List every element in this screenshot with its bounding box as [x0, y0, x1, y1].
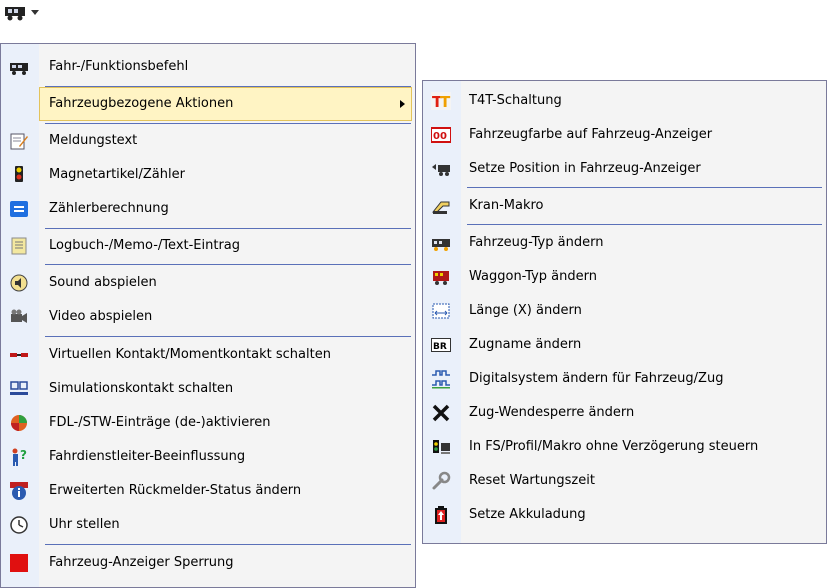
svg-text:?: ?	[20, 448, 27, 462]
menu-item-fahrzeugbezogene-aktionen[interactable]: Fahrzeugbezogene Aktionen	[39, 87, 412, 121]
menu-item-meldungstext[interactable]: Meldungstext	[1, 124, 415, 158]
color-ball-icon	[11, 415, 27, 431]
menu-item-uhr-stellen[interactable]: Uhr stellen	[1, 508, 415, 542]
red-square-icon	[10, 554, 28, 572]
menu-item-video-abspielen[interactable]: Video abspielen	[1, 300, 415, 334]
menu-item-label: Video abspielen	[49, 309, 153, 324]
menu-item-label: In FS/Profil/Makro ohne Verzögerung steu…	[469, 439, 759, 454]
submenu-item-zug-wendesperre[interactable]: Zug-Wendesperre ändern	[423, 396, 826, 430]
submenu-item-kran-makro[interactable]: Kran-Makro	[423, 189, 826, 223]
no-delay-icon	[433, 440, 450, 454]
menu-item-label: Erweiterten Rückmelder-Status ändern	[49, 483, 302, 498]
chevron-down-icon	[31, 10, 39, 15]
dispatcher-icon: ?	[12, 448, 27, 466]
submenu-item-zugname[interactable]: BR Zugname ändern	[423, 328, 826, 362]
vehicle-action-toolbar-button[interactable]	[0, 0, 48, 30]
menu-item-label: Fahrzeug-Typ ändern	[469, 235, 604, 250]
speaker-icon	[10, 274, 28, 292]
t4t-icon: T T	[431, 92, 451, 111]
menu-item-simulationskontakt[interactable]: Simulationskontakt schalten	[1, 372, 415, 406]
svg-text:T: T	[440, 93, 451, 111]
crane-icon	[431, 201, 450, 214]
svg-text:BR: BR	[433, 342, 447, 352]
submenu-fahrzeugbezogene-aktionen: T T T4T-Schaltung 00 Fahrzeugfarbe auf F…	[422, 80, 827, 544]
menu-separator	[45, 336, 411, 337]
submenu-item-fahrzeug-typ[interactable]: Fahrzeug-Typ ändern	[423, 226, 826, 260]
menu-item-label: Fahrzeug-Anzeiger Sperrung	[49, 555, 234, 570]
context-menu: Fahr-/Funktionsbefehl Fahrzeugbezogene A…	[0, 43, 416, 588]
menu-separator	[467, 187, 822, 188]
battery-icon	[435, 506, 447, 524]
menu-item-label: Simulationskontakt schalten	[49, 381, 234, 396]
submenu-item-reset-wartungszeit[interactable]: Reset Wartungszeit	[423, 464, 826, 498]
submenu-item-fahrzeugfarbe[interactable]: 00 Fahrzeugfarbe auf Fahrzeug-Anzeiger	[423, 118, 826, 152]
reverse-lock-icon	[432, 404, 450, 422]
menu-item-label: Fahrdienstleiter-Beeinflussung	[49, 449, 246, 464]
menu-item-label: Fahrzeugfarbe auf Fahrzeug-Anzeiger	[469, 127, 713, 142]
menu-separator	[45, 264, 411, 265]
menu-separator	[467, 224, 822, 225]
menu-item-label: Kran-Makro	[469, 198, 544, 213]
menu-item-magnetartikel-zaehler[interactable]: Magnetartikel/Zähler	[1, 158, 415, 192]
menu-item-label: Fahrzeugbezogene Aktionen	[49, 96, 234, 111]
submenu-item-digitalsystem[interactable]: Digitalsystem ändern für Fahrzeug/Zug	[423, 362, 826, 396]
signal-icon	[15, 166, 23, 182]
menu-item-label: Meldungstext	[49, 133, 138, 148]
menu-item-label: Digitalsystem ändern für Fahrzeug/Zug	[469, 371, 724, 386]
submenu-item-ohne-verzoegerung[interactable]: In FS/Profil/Makro ohne Verzögerung steu…	[423, 430, 826, 464]
menu-item-fahr-funktionsbefehl[interactable]: Fahr-/Funktionsbefehl	[1, 50, 415, 84]
menu-item-logbuch-memo-text[interactable]: Logbuch-/Memo-/Text-Eintrag	[1, 229, 415, 263]
menu-separator	[45, 544, 411, 545]
submenu-item-setze-position[interactable]: Setze Position in Fahrzeug-Anzeiger	[423, 152, 826, 186]
menu-item-label: Setze Position in Fahrzeug-Anzeiger	[469, 161, 701, 176]
menu-item-label: Zählerberechnung	[49, 201, 169, 216]
menu-item-label: Fahr-/Funktionsbefehl	[49, 59, 189, 74]
logbook-icon	[11, 237, 27, 255]
menu-item-fdl-stw-eintraege[interactable]: FDL-/STW-Einträge (de-)aktivieren	[1, 406, 415, 440]
message-edit-icon	[10, 133, 28, 150]
video-camera-icon	[11, 309, 27, 323]
menu-item-label: Zug-Wendesperre ändern	[469, 405, 635, 420]
submenu-item-laenge-aendern[interactable]: Länge (X) ändern	[423, 294, 826, 328]
submenu-item-waggon-typ[interactable]: Waggon-Typ ändern	[423, 260, 826, 294]
wagon-type-icon	[433, 271, 449, 285]
menu-item-label: Setze Akkuladung	[469, 507, 586, 522]
wrench-icon	[432, 471, 451, 490]
length-icon	[432, 303, 450, 319]
menu-item-label: Magnetartikel/Zähler	[49, 167, 185, 182]
menu-item-label: T4T-Schaltung	[469, 93, 562, 108]
menu-item-rueckmelder-status[interactable]: Erweiterten Rückmelder-Status ändern	[1, 474, 415, 508]
info-icon	[10, 482, 28, 500]
position-icon	[432, 164, 450, 176]
menu-item-label: Zugname ändern	[469, 337, 582, 352]
locomotive-icon	[5, 7, 25, 21]
menu-item-fahrdienstleiter-beeinflussung[interactable]: ? Fahrdienstleiter-Beeinflussung	[1, 440, 415, 474]
submenu-item-setze-akkuladung[interactable]: Setze Akkuladung	[423, 498, 826, 532]
locomotive-icon	[10, 63, 28, 75]
train-name-icon: BR	[431, 338, 451, 352]
menu-item-zaehlerberechnung[interactable]: Zählerberechnung	[1, 192, 415, 226]
equals-icon	[10, 201, 28, 217]
digital-system-icon	[432, 370, 450, 389]
menu-item-label: Waggon-Typ ändern	[469, 269, 597, 284]
menu-item-label: Reset Wartungszeit	[469, 473, 595, 488]
menu-item-label: Virtuellen Kontakt/Momentkontakt schalte…	[49, 347, 331, 362]
menu-item-label: Logbuch-/Memo-/Text-Eintrag	[49, 238, 241, 253]
contact-icon	[10, 353, 28, 357]
menu-item-sound-abspielen[interactable]: Sound abspielen	[1, 266, 415, 300]
vehicle-type-icon	[432, 239, 450, 251]
simulation-contact-icon	[10, 381, 28, 395]
menu-item-fahrzeug-anzeiger-sperrung[interactable]: Fahrzeug-Anzeiger Sperrung	[1, 546, 415, 580]
menu-item-label: Länge (X) ändern	[469, 303, 582, 318]
submenu-item-t4t-schaltung[interactable]: T T T4T-Schaltung	[423, 84, 826, 118]
submenu-arrow-icon	[400, 100, 405, 108]
menu-item-virtueller-kontakt[interactable]: Virtuellen Kontakt/Momentkontakt schalte…	[1, 338, 415, 372]
menu-item-label: Sound abspielen	[49, 275, 157, 290]
menu-item-label: Uhr stellen	[49, 517, 120, 532]
color-display-icon: 00	[431, 127, 451, 143]
menu-item-label: FDL-/STW-Einträge (de-)aktivieren	[49, 415, 271, 430]
clock-icon	[10, 516, 28, 534]
svg-text:00: 00	[433, 131, 447, 142]
